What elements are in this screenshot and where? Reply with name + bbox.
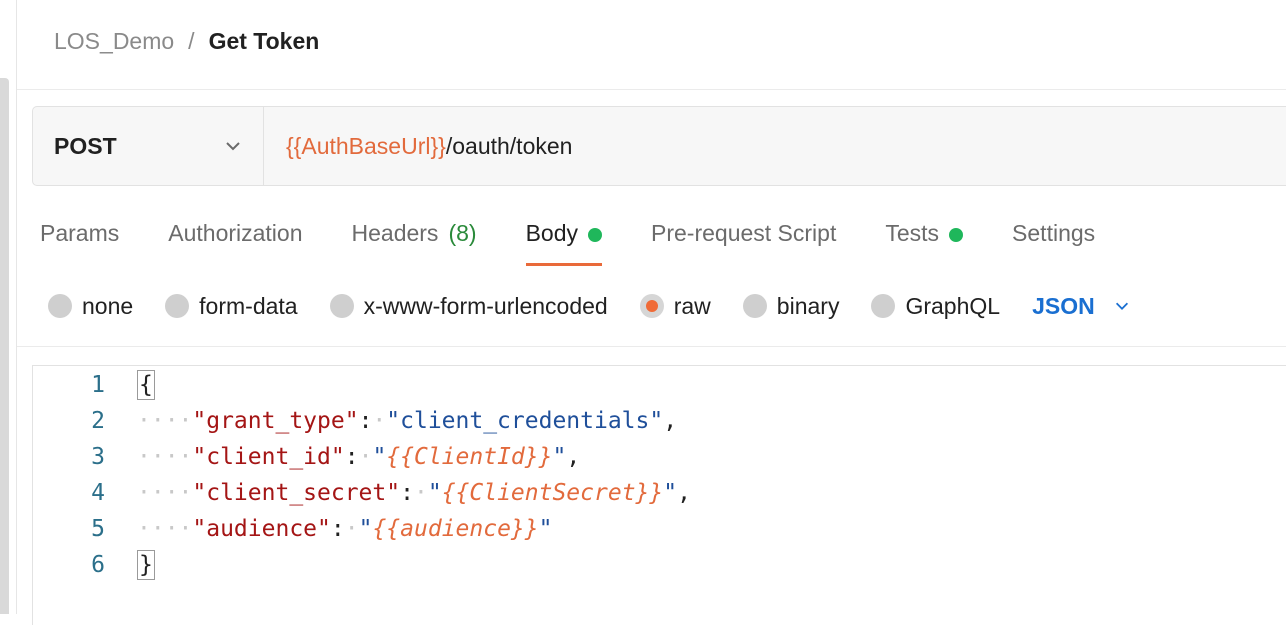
option-none-label: none <box>82 292 134 319</box>
scrollbar[interactable] <box>0 78 9 614</box>
close-brace: } <box>137 550 155 580</box>
json-key: "client_secret" <box>192 480 401 506</box>
body-option-graphql[interactable]: GraphQL <box>871 293 1000 320</box>
tab-body[interactable]: Body <box>525 214 603 266</box>
editor-line: 6 } <box>33 547 691 583</box>
json-value: "client_credentials" <box>386 408 664 434</box>
radio-urlencoded[interactable] <box>329 294 354 318</box>
open-brace: { <box>137 370 155 400</box>
tab-authorization-label: Authorization <box>168 220 303 246</box>
line-number: 4 <box>91 480 105 506</box>
radio-graphql[interactable] <box>871 294 896 318</box>
indent-guide: ···· <box>137 480 193 506</box>
editor-line: 1 { <box>33 367 691 403</box>
json-colon: : <box>344 444 359 470</box>
json-variable: {{audience}} <box>372 516 539 542</box>
radio-raw[interactable] <box>639 294 664 318</box>
option-urlencoded-label: x-www-form-urlencoded <box>363 292 608 319</box>
headers-count-badge: (8) <box>448 220 477 246</box>
json-comma: , <box>677 480 691 506</box>
json-key: "grant_type" <box>192 408 359 434</box>
radio-form-data[interactable] <box>165 294 190 318</box>
request-tabs: Params Authorization Headers (8) Body Pre… <box>40 214 1144 266</box>
tab-body-label: Body <box>525 220 578 246</box>
code-editor[interactable]: 1 { 2 ····"grant_type":·"client_credenti… <box>32 365 1286 625</box>
radio-binary[interactable] <box>742 294 767 318</box>
json-quote: " <box>358 516 373 542</box>
url-path: /oauth/token <box>445 132 573 159</box>
json-colon: : <box>330 516 345 542</box>
request-bar: POST {{AuthBaseUrl}}/oauth/token <box>32 106 1286 186</box>
body-option-raw[interactable]: raw <box>639 292 711 320</box>
body-option-urlencoded[interactable]: x-www-form-urlencoded <box>329 292 608 320</box>
line-number: 3 <box>91 444 105 470</box>
json-quote: " <box>427 480 442 506</box>
tab-tests[interactable]: Tests <box>885 214 964 266</box>
url-input[interactable]: {{AuthBaseUrl}}/oauth/token <box>264 107 572 185</box>
tab-authorization[interactable]: Authorization <box>168 214 302 266</box>
editor-line: 3 ····"client_id":·"{{ClientId}}", <box>33 439 691 475</box>
breadcrumb: LOS_Demo / Get Token <box>54 26 319 56</box>
breadcrumb-collection[interactable]: LOS_Demo <box>54 28 174 55</box>
tab-prerequest-label: Pre-request Script <box>651 220 837 246</box>
tab-params[interactable]: Params <box>40 214 119 266</box>
json-comma: , <box>566 444 581 470</box>
line-number: 2 <box>91 408 105 434</box>
tab-prerequest-script[interactable]: Pre-request Script <box>651 214 836 266</box>
tab-settings[interactable]: Settings <box>1012 214 1095 266</box>
json-quote: " <box>372 444 387 470</box>
divider <box>17 89 1286 90</box>
chevron-down-icon <box>1115 302 1128 310</box>
json-quote: " <box>538 516 553 542</box>
tab-params-label: Params <box>40 220 120 246</box>
line-number: 6 <box>91 552 105 578</box>
tab-tests-label: Tests <box>885 220 940 246</box>
json-colon: : <box>358 408 373 434</box>
url-variable: {{AuthBaseUrl}} <box>286 132 446 159</box>
breadcrumb-separator: / <box>188 27 195 54</box>
indent-guide: ···· <box>137 516 193 542</box>
body-option-none[interactable]: none <box>48 293 133 320</box>
json-variable: {{ClientSecret}} <box>441 480 664 506</box>
tab-headers-label: Headers <box>351 220 439 246</box>
json-colon: : <box>400 480 414 506</box>
radio-none[interactable] <box>48 294 72 318</box>
indent-guide: ···· <box>137 444 193 470</box>
body-option-binary[interactable]: binary <box>742 292 840 320</box>
tab-headers[interactable]: Headers (8) <box>352 214 477 266</box>
json-comma: , <box>663 408 678 434</box>
option-form-data-label: form-data <box>199 292 298 319</box>
chevron-down-icon <box>226 142 240 151</box>
format-label: JSON <box>1032 292 1095 319</box>
editor-line: 2 ····"grant_type":·"client_credentials"… <box>33 403 691 439</box>
tab-settings-label: Settings <box>1012 220 1096 246</box>
editor-lines: 1 { 2 ····"grant_type":·"client_credenti… <box>33 367 691 583</box>
method-label: POST <box>54 132 117 159</box>
tests-indicator-dot <box>949 228 964 242</box>
json-quote: " <box>552 444 567 470</box>
format-select[interactable]: JSON <box>1032 293 1131 320</box>
json-quote: " <box>663 480 678 506</box>
method-select[interactable]: POST <box>33 107 264 185</box>
body-type-options: none form-data x-www-form-urlencoded raw… <box>48 289 1131 323</box>
divider <box>17 346 1286 347</box>
body-option-form-data[interactable]: form-data <box>165 292 298 320</box>
json-key: "audience" <box>192 516 331 542</box>
option-graphql-label: GraphQL <box>905 292 1001 319</box>
json-key: "client_id" <box>192 444 345 470</box>
indent-guide: ···· <box>137 408 193 434</box>
request-name[interactable]: Get Token <box>209 28 320 55</box>
editor-line: 4 ····"client_secret":·"{{ClientSecret}}… <box>33 475 691 511</box>
line-number: 1 <box>91 372 105 398</box>
line-number: 5 <box>91 516 105 542</box>
option-binary-label: binary <box>776 292 840 319</box>
body-indicator-dot <box>588 228 602 242</box>
json-variable: {{ClientId}} <box>386 444 553 470</box>
option-raw-label: raw <box>673 292 711 319</box>
editor-line: 5 ····"audience":·"{{audience}}" <box>33 511 691 547</box>
